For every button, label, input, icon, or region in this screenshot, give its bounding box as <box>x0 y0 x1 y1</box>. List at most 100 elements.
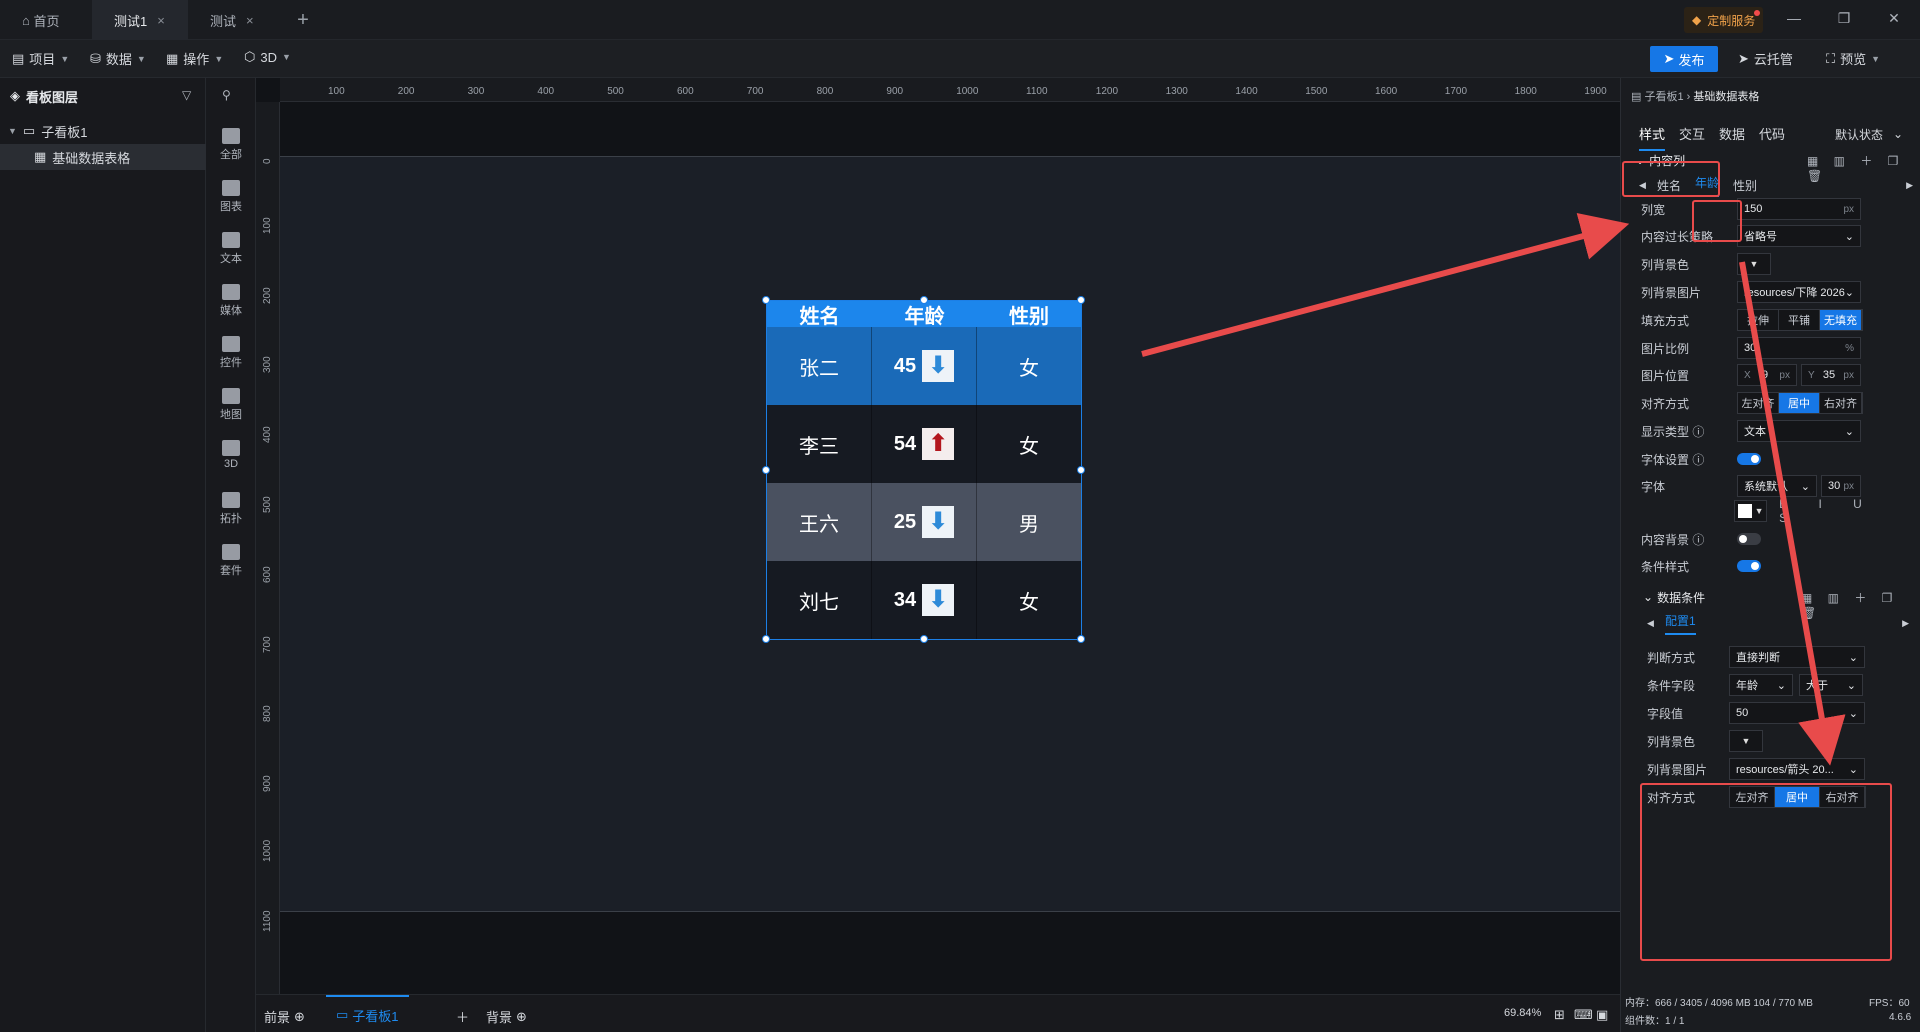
align-right[interactable]: 右对齐 <box>1820 393 1862 413</box>
table-row[interactable]: 刘七 34 ⬇ 女 <box>767 561 1081 639</box>
bgcolor-picker[interactable]: ▼ <box>1737 253 1771 275</box>
font-color-picker[interactable]: ▼ <box>1734 500 1768 522</box>
judge-select[interactable]: 直接判断 ⌄ <box>1729 646 1865 668</box>
component-count: 组件数：1 / 1 <box>1625 1016 1685 1027</box>
category-all[interactable]: 全部 <box>206 128 256 162</box>
cond-bgimg-select[interactable]: resources/箭头 20... ⌄ <box>1729 758 1865 780</box>
category-media[interactable]: 媒体 <box>206 284 256 318</box>
tab-test1[interactable]: 测试1 × <box>92 0 188 40</box>
fill-stretch[interactable]: 拉伸 <box>1738 310 1779 330</box>
add-board-button[interactable]: ＋ <box>456 1007 469 1026</box>
resize-handle[interactable] <box>1077 466 1085 474</box>
tab-test[interactable]: 测试 × <box>188 0 282 40</box>
bgimg-select[interactable]: resources/下降 2026-...⌄ <box>1737 281 1861 303</box>
field-value-input[interactable]: 50 ⌄ <box>1729 702 1865 724</box>
operate-menu[interactable]: ▦ 操作 ▼ <box>166 49 223 68</box>
content-bg-toggle[interactable] <box>1737 533 1761 545</box>
table-row[interactable]: 李三 54 ⬆ 女 <box>767 405 1081 483</box>
resize-handle[interactable] <box>762 466 770 474</box>
col-width-input[interactable]: 150 px <box>1737 198 1861 220</box>
resize-handle[interactable] <box>920 296 928 304</box>
category-control[interactable]: 控件 <box>206 336 256 370</box>
prev-icon[interactable]: ◀ <box>1647 618 1654 629</box>
tab-home[interactable]: ⌂ 首页 <box>0 0 92 40</box>
table-row[interactable]: 王六 25 ⬇ 男 <box>767 483 1081 561</box>
tab-interaction[interactable]: 交互 <box>1679 124 1705 151</box>
tree-item-board[interactable]: ▼ ▭ 子看板1 <box>0 118 206 144</box>
tab-data[interactable]: 数据 <box>1719 124 1745 151</box>
category-map[interactable]: 地图 <box>206 388 256 422</box>
terminal-icon[interactable]: ▣ <box>1596 1007 1608 1023</box>
font-size-input[interactable]: 30 px <box>1821 475 1861 497</box>
board-tab[interactable]: ▭ 子看板1 <box>326 995 409 1032</box>
resize-handle[interactable] <box>1077 296 1085 304</box>
restore-icon[interactable]: ❐ <box>1834 10 1854 27</box>
project-menu[interactable]: ▤ 项目 ▼ <box>12 49 69 68</box>
category-chart[interactable]: 图表 <box>206 180 256 214</box>
zoom-level[interactable]: 69.84% <box>1504 1007 1541 1019</box>
category-text[interactable]: 文本 <box>206 232 256 266</box>
add-circle-icon[interactable]: ⊕ <box>294 1009 305 1025</box>
state-select[interactable]: 默认状态 ⌄ <box>1829 122 1909 146</box>
resize-handle[interactable] <box>762 635 770 643</box>
search-icon[interactable]: ⚲ <box>222 88 231 102</box>
pos-x-input[interactable]: X 9 px <box>1737 364 1797 386</box>
resize-handle[interactable] <box>1077 635 1085 643</box>
custom-service-button[interactable]: ◆ 定制服务 <box>1684 7 1764 33</box>
cond-operator-select[interactable]: 大于 ⌄ <box>1799 674 1863 696</box>
font-setting-toggle[interactable] <box>1737 453 1761 465</box>
window-close-icon[interactable]: ✕ <box>1884 10 1904 27</box>
filter-icon[interactable]: ▽ <box>182 88 191 102</box>
property-tabs: 样式 交互 数据 代码 <box>1639 124 1785 151</box>
tab-code[interactable]: 代码 <box>1759 124 1785 151</box>
fill-tile[interactable]: 平铺 <box>1779 310 1820 330</box>
resize-handle[interactable] <box>762 296 770 304</box>
overflow-select[interactable]: 省略号 ⌄ <box>1737 225 1861 247</box>
font-style-icons[interactable]: B I U S <box>1779 497 1911 525</box>
cond-style-toggle[interactable] <box>1737 560 1761 572</box>
close-icon[interactable]: × <box>157 13 165 28</box>
preview-button[interactable]: ⛶ 预览 ▼ <box>1826 49 1880 68</box>
display-select[interactable]: 文本 ⌄ <box>1737 420 1861 442</box>
data-table-widget[interactable]: 姓名 年龄 性别 张二 45 ⬇ 女李三 54 ⬆ 女王六 25 ⬇ 男刘七 34 ⬇ 女 <box>762 296 1085 643</box>
next-icon[interactable]: ▶ <box>1906 180 1913 191</box>
add-tab-button[interactable]: + <box>282 0 324 40</box>
judge-row: 判断方式 直接判断 ⌄ <box>1647 646 1917 668</box>
cond-field-select[interactable]: 年龄 ⌄ <box>1729 674 1793 696</box>
pos-y-input[interactable]: Y 35 px <box>1801 364 1861 386</box>
cond-bgcolor-picker[interactable]: ▼ <box>1729 730 1763 752</box>
foreground-tab[interactable]: 前景 ⊕ <box>264 1007 305 1026</box>
background-tab[interactable]: 背景 ⊕ <box>486 1007 527 1026</box>
fill-none[interactable]: 无填充 <box>1820 310 1862 330</box>
tree-item-table[interactable]: ▦ 基础数据表格 <box>0 144 206 170</box>
resize-handle[interactable] <box>920 635 928 643</box>
table-row[interactable]: 张二 45 ⬇ 女 <box>767 327 1081 405</box>
align-center[interactable]: 居中 <box>1779 393 1820 413</box>
category-topology[interactable]: 拓扑 <box>206 492 256 526</box>
3d-menu[interactable]: ⬡ 3D ▼ <box>244 49 291 65</box>
category-kit[interactable]: 套件 <box>206 544 256 578</box>
add-circle-icon[interactable]: ⊕ <box>516 1009 527 1025</box>
category-3d[interactable]: 3D <box>206 440 256 470</box>
publish-button[interactable]: ➤ 发布 <box>1650 46 1718 72</box>
keyboard-icon[interactable]: ⌨ <box>1574 1007 1593 1023</box>
data-menu[interactable]: ⛁ 数据 ▼ <box>90 49 146 68</box>
font-select[interactable]: 系统默认 ⌄ <box>1737 475 1817 497</box>
cloud-button[interactable]: ➤ 云托管 <box>1738 49 1793 68</box>
field-value-row: 字段值 50 ⌄ <box>1647 702 1917 724</box>
close-icon[interactable]: × <box>246 13 254 28</box>
minimize-icon[interactable]: — <box>1784 10 1804 26</box>
align-left[interactable]: 左对齐 <box>1738 393 1779 413</box>
control-icon <box>222 336 240 352</box>
chevron-down-icon: ⌄ <box>1844 286 1854 299</box>
next-icon[interactable]: ▶ <box>1902 618 1909 629</box>
config-tab-1[interactable]: 配置1 <box>1665 612 1696 635</box>
ruler-top: 100 200 300 400 500 600 700 800 900 1000 1100 1200 1… <box>280 78 1620 102</box>
ratio-input[interactable]: 30% <box>1737 337 1861 359</box>
fit-icon[interactable]: ⊞ <box>1554 1007 1565 1023</box>
cell-name: 刘七 <box>767 561 872 639</box>
font-style-row: ▼ B I U S <box>1641 497 1911 525</box>
tab-style[interactable]: 样式 <box>1639 124 1666 151</box>
help-icon: ⓘ <box>1692 452 1705 467</box>
col-tab-gender[interactable]: 性别 <box>1733 177 1757 194</box>
